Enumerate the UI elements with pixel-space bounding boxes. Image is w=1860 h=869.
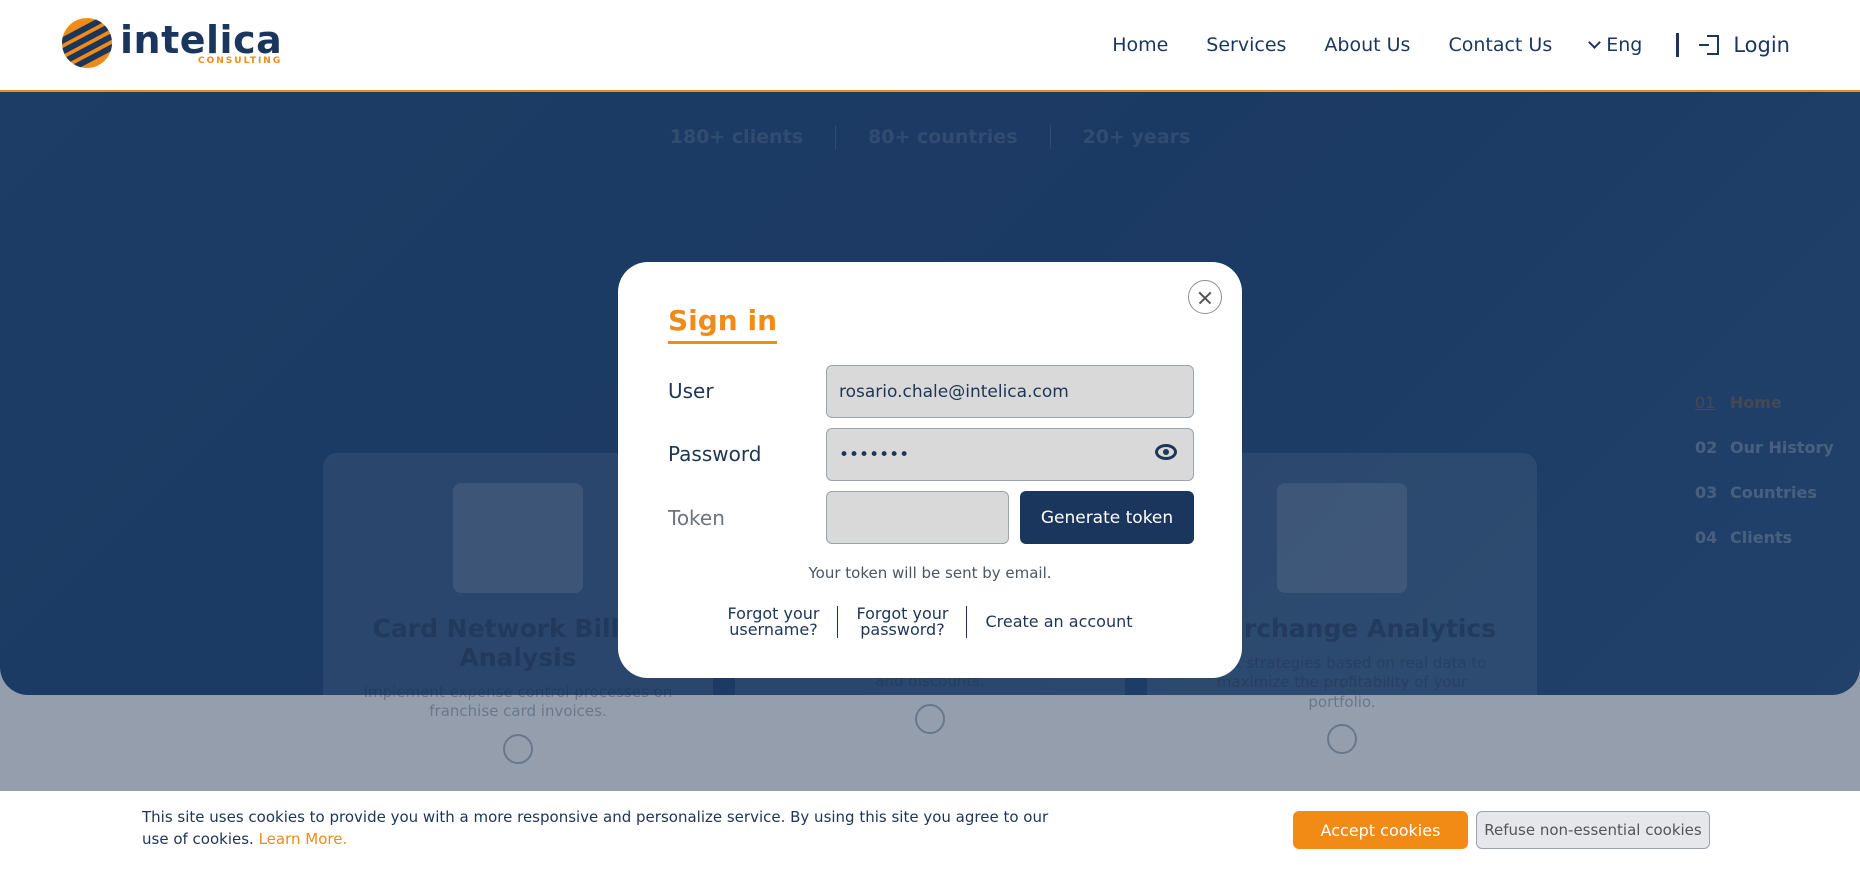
sign-in-modal: Sign in User Password Token Generate tok… [618, 262, 1242, 678]
cookie-message: This site uses cookies to provide you wi… [142, 807, 1052, 851]
site-header: intelica CONSULTING Home Services About … [0, 0, 1860, 92]
eye-icon[interactable] [1155, 444, 1177, 460]
link-divider [837, 606, 839, 638]
forgot-password-line2: password? [860, 620, 945, 639]
token-hint: Your token will be sent by email. [808, 564, 1052, 582]
nav-home[interactable]: Home [1112, 34, 1168, 56]
forgot-password-link[interactable]: Forgot your password? [856, 606, 948, 638]
nav-contact-us[interactable]: Contact Us [1448, 34, 1552, 56]
brand-logo[interactable]: intelica CONSULTING [62, 18, 282, 68]
logo-text: intelica CONSULTING [120, 21, 282, 66]
nav-about-us[interactable]: About Us [1324, 34, 1410, 56]
cookie-banner: This site uses cookies to provide you wi… [0, 791, 1860, 869]
close-icon[interactable] [1188, 280, 1222, 314]
token-field[interactable] [826, 491, 1009, 544]
login-button[interactable]: Login [1699, 33, 1790, 57]
account-links: Forgot your username? Forgot your passwo… [618, 606, 1242, 638]
token-label: Token [668, 506, 725, 530]
forgot-username-link[interactable]: Forgot your username? [727, 606, 819, 638]
nav-divider [1676, 33, 1680, 57]
user-label: User [668, 379, 714, 403]
create-account-link[interactable]: Create an account [985, 614, 1132, 630]
language-label: Eng [1606, 34, 1643, 56]
link-divider [966, 606, 968, 638]
logo-globe-icon [62, 18, 112, 68]
generate-token-button[interactable]: Generate token [1020, 491, 1194, 544]
nav-services[interactable]: Services [1206, 34, 1286, 56]
accept-cookies-button[interactable]: Accept cookies [1293, 811, 1468, 849]
password-label: Password [668, 442, 762, 466]
learn-more-link[interactable]: Learn More. [259, 830, 348, 848]
language-selector[interactable]: Eng [1588, 34, 1643, 56]
password-field[interactable] [826, 428, 1194, 481]
forgot-username-line2: username? [729, 620, 818, 639]
user-field[interactable] [826, 365, 1194, 418]
main-nav: Home Services About Us Contact Us Eng Lo… [1112, 0, 1860, 90]
refuse-cookies-button[interactable]: Refuse non-essential cookies [1476, 811, 1710, 849]
modal-title: Sign in [668, 304, 778, 344]
chevron-down-icon [1588, 36, 1602, 49]
login-label: Login [1733, 33, 1790, 57]
login-icon [1699, 35, 1720, 55]
brand-name: intelica [120, 17, 283, 62]
